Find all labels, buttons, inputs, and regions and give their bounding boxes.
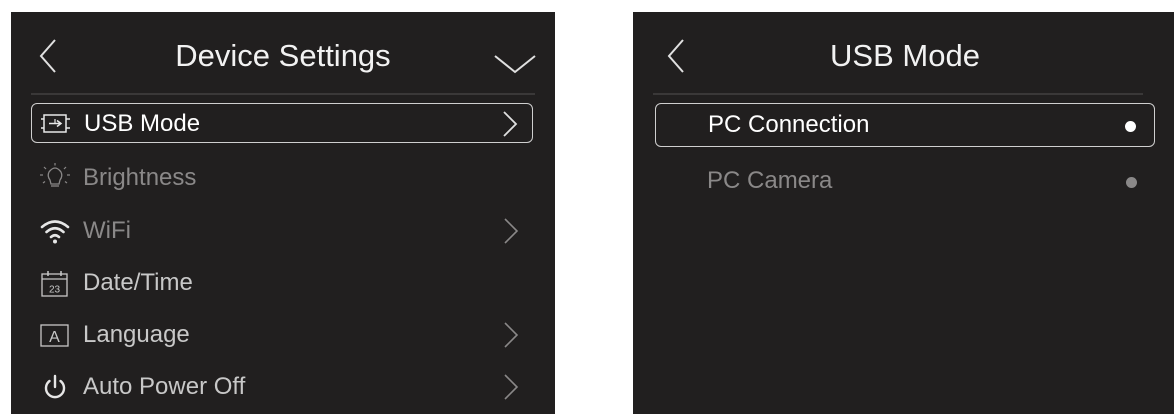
brightness-bulb-icon [40,163,70,187]
option-label: PC Connection [708,111,870,138]
chevron-right-icon [503,111,518,137]
header-divider [31,93,535,95]
option-label: PC Camera [707,167,833,194]
option-pc-camera[interactable]: PC Camera [655,160,1155,204]
menu-item-language[interactable]: A Language [31,315,533,355]
page-title: USB Mode [830,38,980,73]
chevron-right-icon [504,374,519,400]
header-divider [653,93,1143,95]
usb-mode-screen: USB Mode PC Connection PC Camera [633,12,1174,414]
menu-item-label: Date/Time [83,269,193,296]
menu-item-label: WiFi [83,217,131,244]
menu-item-label: USB Mode [84,110,201,137]
usb-mode-header: USB Mode [633,12,1174,92]
menu-item-label: Brightness [83,164,197,191]
device-settings-header: Device Settings [11,12,555,92]
device-settings-screen: Device Settings USB Mode Brightness WiFi… [11,12,555,414]
selected-radio-dot-icon [1125,121,1136,132]
menu-item-auto-power-off[interactable]: Auto Power Off [31,367,533,407]
power-icon [44,374,66,399]
radio-dot-icon [1126,177,1137,188]
menu-item-date-time[interactable]: 23 Date/Time [31,263,533,303]
wifi-icon [40,220,70,244]
option-pc-connection[interactable]: PC Connection [655,103,1155,147]
menu-item-label: Auto Power Off [83,373,246,400]
menu-item-brightness: Brightness [31,158,533,198]
page-title: Device Settings [175,38,391,73]
calendar-icon: 23 [41,271,68,297]
usb-mode-icon [41,114,70,133]
menu-item-label: Language [83,321,190,348]
calendar-day: 23 [49,285,61,296]
chevron-right-icon [504,218,519,244]
language-a-icon: A [40,324,69,347]
language-letter: A [49,329,60,346]
chevron-down-icon[interactable] [487,38,543,78]
menu-item-wifi[interactable]: WiFi [31,211,533,251]
chevron-right-icon [504,322,519,348]
menu-item-usb-mode[interactable]: USB Mode [31,103,533,143]
